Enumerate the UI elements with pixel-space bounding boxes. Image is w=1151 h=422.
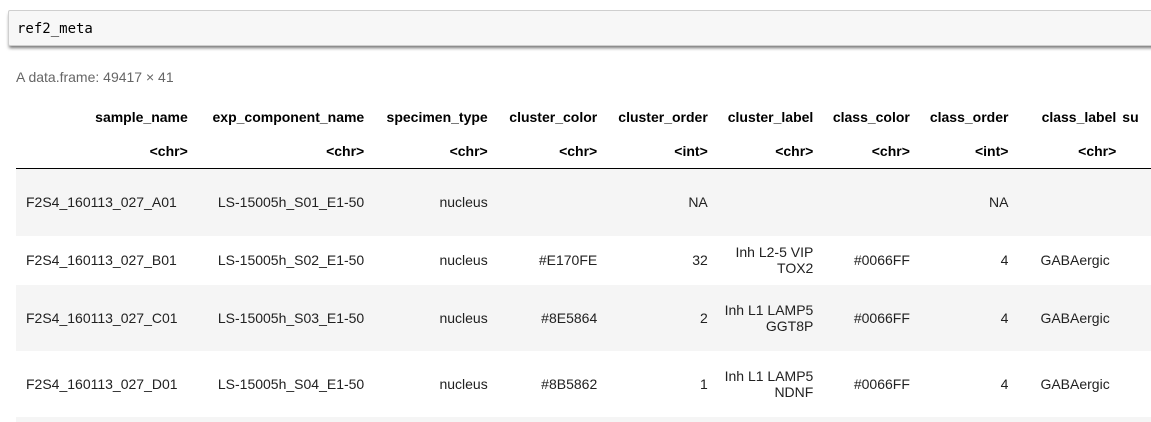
table-cell: NA: [989, 194, 1009, 211]
column-type: <chr>: [487, 134, 598, 169]
column-header: class_order: [929, 109, 1009, 125]
table-cell: #0066FF: [853, 252, 910, 268]
column-type: <chr>: [813, 134, 910, 169]
header-names-row: sample_name exp_component_name specimen_…: [16, 100, 1151, 134]
column-type: <chr>: [1008, 134, 1117, 169]
table-row: F2S4_160113_027_D01 LS-15005h_S04_E1-50 …: [16, 350, 1151, 417]
table-cell: F2S4_160113_027_A01: [26, 194, 177, 211]
column-header: specimen_type: [386, 109, 488, 125]
table-cell: NA: [688, 194, 708, 211]
column-type: <int>: [909, 134, 1009, 169]
table-cell: LS-15005h_S02_E1-50: [217, 252, 365, 268]
table-cell: 2: [699, 309, 708, 326]
column-header: cluster_order: [618, 109, 708, 125]
column-type: <chr>: [187, 134, 365, 169]
table-cell: 32: [692, 252, 708, 268]
column-header: class_label: [1041, 109, 1117, 125]
table-cell: GABAergic: [1040, 309, 1110, 326]
table-cell: 4: [1000, 309, 1009, 326]
table-cell: nucleus: [439, 309, 488, 326]
column-header: class_color: [832, 109, 910, 125]
table-cell: [1116, 285, 1151, 351]
table-cell: LS-15005h_S04_E1-50: [217, 375, 365, 392]
table-cell: #0066FF: [853, 309, 910, 326]
table-cell: Inh L1 LAMP5 GGT8P: [724, 301, 814, 334]
column-header: exp_component_name: [212, 109, 365, 125]
table-cell: nucleus: [439, 194, 488, 211]
table-cell: [488, 169, 598, 236]
dataframe-output: sample_name exp_component_name specimen_…: [16, 100, 1151, 422]
code-text[interactable]: ref2_meta: [17, 21, 93, 37]
table-row: F2S4_160113_027_C01 LS-15005h_S03_E1-50 …: [16, 284, 1151, 351]
table-cell: [1008, 169, 1116, 236]
table-cell: F2S4_160113_027_D01: [26, 375, 178, 392]
table-cell: #8E5864: [541, 309, 598, 326]
column-header: cluster_label: [727, 109, 814, 125]
column-type: <chr>: [364, 134, 488, 169]
table-cell: LS-15005h_S01_E1-50: [217, 194, 365, 211]
column-type: <chr>: [16, 134, 188, 169]
column-type: [1116, 134, 1151, 169]
table-cell: 4: [1000, 252, 1009, 268]
column-header: cluster_color: [509, 109, 598, 125]
column-type: <int>: [597, 134, 708, 169]
table-cell: #8B5862: [541, 375, 598, 392]
column-header: su: [1122, 109, 1139, 125]
table-cell: Inh L2-5 VIP TOX2: [735, 244, 814, 276]
table-cell: [1116, 169, 1151, 236]
column-type: <chr>: [707, 134, 814, 169]
table-cell: F2S4_160113_027_C01: [26, 309, 178, 326]
table-cell-partial: [16, 417, 1151, 422]
code-cell-input[interactable]: ref2_meta: [8, 10, 1151, 46]
table-row: [16, 416, 1151, 422]
table-cell: 4: [1000, 375, 1009, 392]
header-types-row: <chr> <chr> <chr> <chr> <int> <chr> <chr…: [16, 134, 1151, 169]
table-cell: [813, 169, 910, 236]
table-cell: LS-15005h_S03_E1-50: [217, 309, 365, 326]
table-cell: [1116, 351, 1151, 417]
column-header: sample_name: [95, 109, 188, 125]
table-cell: [708, 169, 814, 236]
table-cell: F2S4_160113_027_B01: [26, 252, 177, 268]
table-cell: 1: [699, 375, 708, 392]
dataframe-caption: A data.frame: 49417 × 41: [16, 69, 174, 85]
table-cell: GABAergic: [1040, 252, 1110, 268]
table-row: F2S4_160113_027_A01 LS-15005h_S01_E1-50 …: [16, 168, 1151, 236]
table-cell: #E170FE: [538, 252, 598, 268]
table-cell: nucleus: [439, 375, 488, 392]
table-cell: GABAergic: [1040, 375, 1110, 392]
table-cell: #0066FF: [853, 375, 910, 392]
dataframe-table: sample_name exp_component_name specimen_…: [16, 100, 1151, 422]
table-cell: Inh L1 LAMP5 NDNF: [724, 367, 814, 400]
table-cell: [1116, 236, 1151, 285]
table-row: F2S4_160113_027_B01 LS-15005h_S02_E1-50 …: [16, 235, 1151, 285]
table-cell: nucleus: [439, 252, 488, 268]
